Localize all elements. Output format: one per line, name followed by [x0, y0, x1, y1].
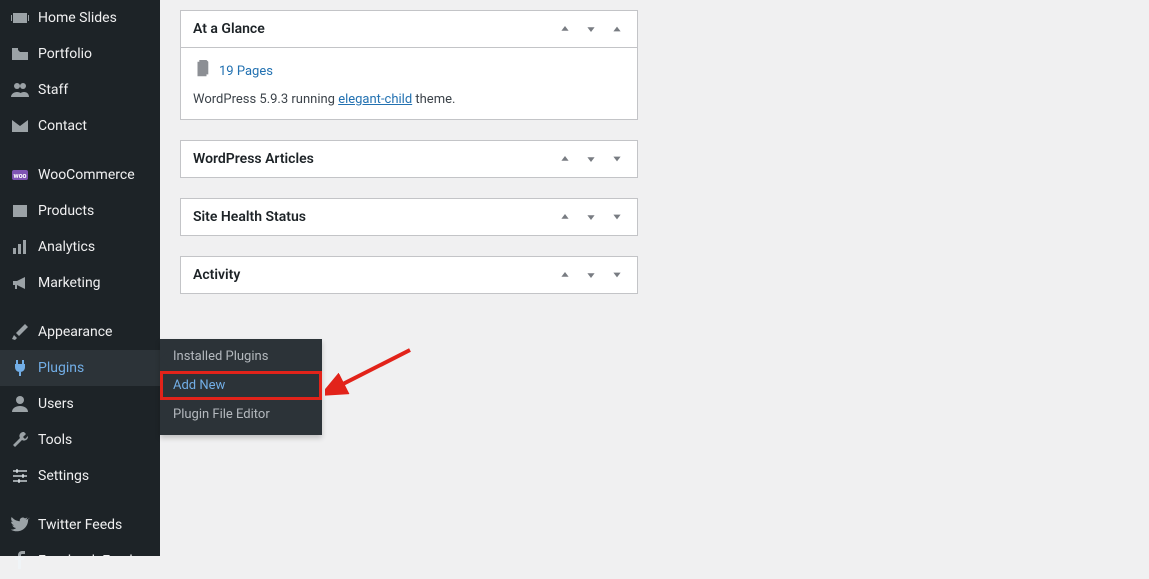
panel-title: Activity: [193, 267, 240, 283]
slides-icon: [10, 8, 30, 28]
facebook-icon: [10, 551, 30, 571]
analytics-icon: [10, 237, 30, 257]
sidebar-item-settings[interactable]: Settings: [0, 458, 160, 494]
panel-site-health: Site Health Status: [180, 198, 638, 236]
panel-title: At a Glance: [193, 21, 265, 37]
sidebar-item-label: Contact: [38, 118, 87, 134]
user-icon: [10, 394, 30, 414]
sidebar-item-portfolio[interactable]: Portfolio: [0, 36, 160, 72]
sidebar-item-tools[interactable]: Tools: [0, 422, 160, 458]
sidebar-item-label: Facebook Feed: [38, 553, 133, 569]
move-down-button[interactable]: [583, 267, 599, 283]
toggle-panel-button[interactable]: [609, 21, 625, 37]
brush-icon: [10, 322, 30, 342]
sidebar-item-plugins[interactable]: Plugins: [0, 350, 160, 386]
portfolio-icon: [10, 44, 30, 64]
sidebar-item-woocommerce[interactable]: woo WooCommerce: [0, 156, 160, 193]
sidebar-item-label: Home Slides: [38, 10, 117, 26]
submenu-plugin-file-editor[interactable]: Plugin File Editor: [160, 400, 322, 435]
plug-icon: [10, 358, 30, 378]
wrench-icon: [10, 430, 30, 450]
sidebar-item-appearance[interactable]: Appearance: [0, 313, 160, 350]
sidebar-item-home-slides[interactable]: Home Slides: [0, 0, 160, 36]
envelope-icon: [10, 116, 30, 136]
megaphone-icon: [10, 273, 30, 293]
sidebar-item-label: Portfolio: [38, 46, 92, 62]
move-down-button[interactable]: [583, 151, 599, 167]
sidebar-item-twitter-feeds[interactable]: Twitter Feeds: [0, 506, 160, 543]
sidebar-item-facebook-feed[interactable]: Facebook Feed: [0, 543, 160, 579]
sidebar-item-label: Users: [38, 396, 74, 412]
dashboard-content: At a Glance 19 Pages WordPress 5.9.3 run…: [180, 10, 638, 314]
sidebar-item-label: Marketing: [38, 275, 101, 291]
sidebar-item-label: Staff: [38, 82, 68, 98]
panel-controls: [557, 21, 625, 37]
sidebar-item-label: Twitter Feeds: [38, 517, 122, 533]
toggle-panel-button[interactable]: [609, 209, 625, 225]
submenu-add-new[interactable]: Add New: [160, 371, 322, 400]
submenu-installed-plugins[interactable]: Installed Plugins: [160, 339, 322, 371]
admin-sidebar: Home Slides Portfolio Staff Contact woo …: [0, 0, 160, 556]
woocommerce-icon: woo: [10, 165, 30, 185]
wp-version-text: WordPress 5.9.3 running elegant-child th…: [193, 92, 625, 107]
sidebar-item-marketing[interactable]: Marketing: [0, 265, 160, 301]
toggle-panel-button[interactable]: [609, 267, 625, 283]
svg-text:woo: woo: [13, 172, 26, 180]
annotation-arrow: [325, 345, 415, 404]
panel-controls: [557, 209, 625, 225]
twitter-icon: [10, 515, 30, 535]
toggle-panel-button[interactable]: [609, 151, 625, 167]
sidebar-item-products[interactable]: Products: [0, 193, 160, 229]
move-up-button[interactable]: [557, 267, 573, 283]
panel-wordpress-articles: WordPress Articles: [180, 140, 638, 178]
sidebar-item-label: WooCommerce: [38, 167, 135, 183]
sidebar-item-label: Analytics: [38, 239, 95, 255]
plugins-submenu: Installed Plugins Add New Plugin File Ed…: [160, 339, 322, 435]
theme-link[interactable]: elegant-child: [338, 92, 412, 107]
panel-at-a-glance: At a Glance 19 Pages WordPress 5.9.3 run…: [180, 10, 638, 120]
products-icon: [10, 201, 30, 221]
move-down-button[interactable]: [583, 21, 599, 37]
sidebar-item-contact[interactable]: Contact: [0, 108, 160, 144]
sidebar-item-label: Appearance: [38, 324, 112, 340]
move-down-button[interactable]: [583, 209, 599, 225]
move-up-button[interactable]: [557, 209, 573, 225]
move-up-button[interactable]: [557, 151, 573, 167]
sidebar-item-users[interactable]: Users: [0, 386, 160, 422]
panel-controls: [557, 267, 625, 283]
sidebar-item-label: Settings: [38, 468, 89, 484]
staff-icon: [10, 80, 30, 100]
sidebar-item-label: Tools: [38, 432, 72, 448]
sidebar-item-analytics[interactable]: Analytics: [0, 229, 160, 265]
panel-controls: [557, 151, 625, 167]
pages-icon: [193, 60, 211, 82]
pages-link[interactable]: 19 Pages: [219, 64, 273, 79]
panel-title: Site Health Status: [193, 209, 306, 225]
sidebar-item-label: Plugins: [38, 360, 84, 376]
panel-title: WordPress Articles: [193, 151, 314, 167]
sidebar-item-label: Products: [38, 203, 94, 219]
sliders-icon: [10, 466, 30, 486]
panel-activity: Activity: [180, 256, 638, 294]
move-up-button[interactable]: [557, 21, 573, 37]
sidebar-item-staff[interactable]: Staff: [0, 72, 160, 108]
